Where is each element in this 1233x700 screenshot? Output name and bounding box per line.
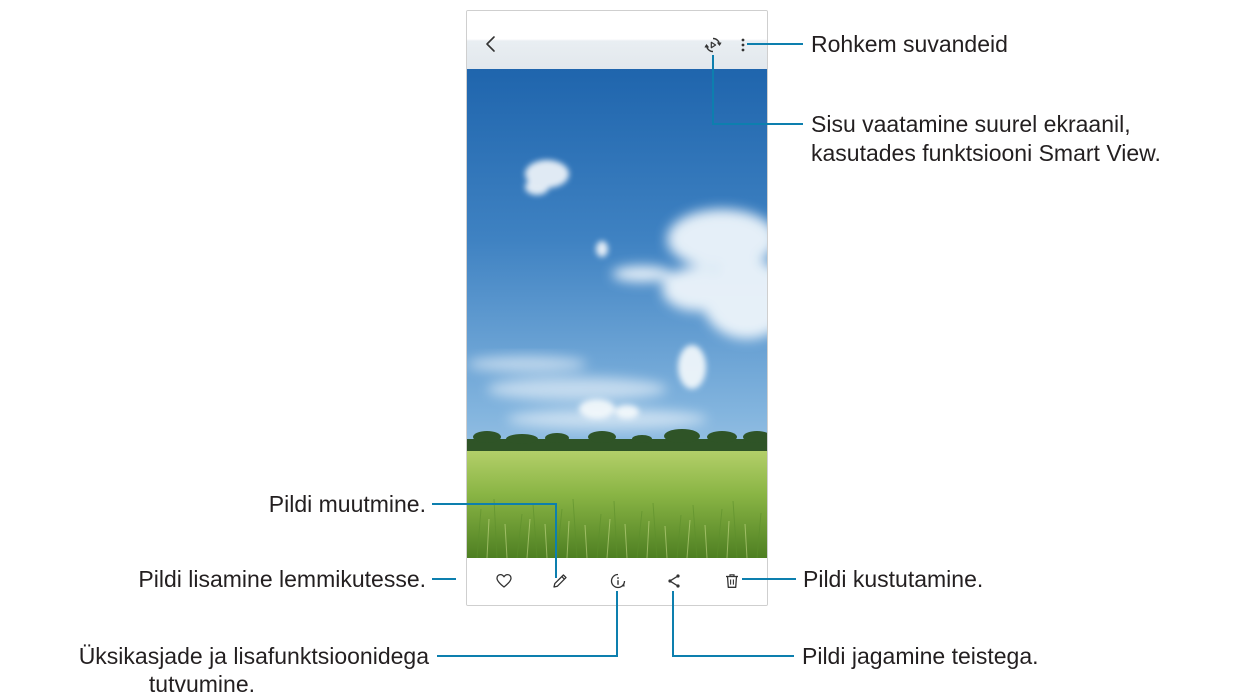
- callout-delete: Pildi kustutamine.: [803, 566, 984, 592]
- callout-favourite: Pildi lisamine lemmikutesse.: [138, 566, 426, 592]
- callout-share: Pildi jagamine teistega.: [802, 643, 1039, 669]
- details-icon[interactable]: [609, 572, 627, 590]
- bottom-toolbar: [467, 558, 767, 605]
- share-icon[interactable]: [665, 572, 683, 590]
- pencil-icon[interactable]: [551, 572, 569, 590]
- phone-screen: [466, 10, 768, 606]
- callout-more-options: Rohkem suvandeid: [811, 31, 1008, 57]
- gallery-photo: [467, 69, 767, 558]
- top-app-bar: [467, 11, 767, 69]
- callout-details-line2: tutvumine.: [148, 671, 255, 697]
- more-options-icon[interactable]: [739, 36, 747, 54]
- smart-view-icon[interactable]: [704, 36, 722, 54]
- trash-icon[interactable]: [723, 572, 741, 590]
- callout-details-line1: Üksikasjade ja lisafunktsioonidega: [78, 643, 429, 669]
- heart-icon[interactable]: [495, 572, 513, 590]
- back-icon[interactable]: [484, 35, 498, 53]
- callout-edit: Pildi muutmine.: [268, 491, 426, 517]
- callout-smart-view-line2: kasutades funktsiooni Smart View.: [811, 140, 1161, 166]
- callout-smart-view-line1: Sisu vaatamine suurel ekraanil,: [811, 111, 1131, 137]
